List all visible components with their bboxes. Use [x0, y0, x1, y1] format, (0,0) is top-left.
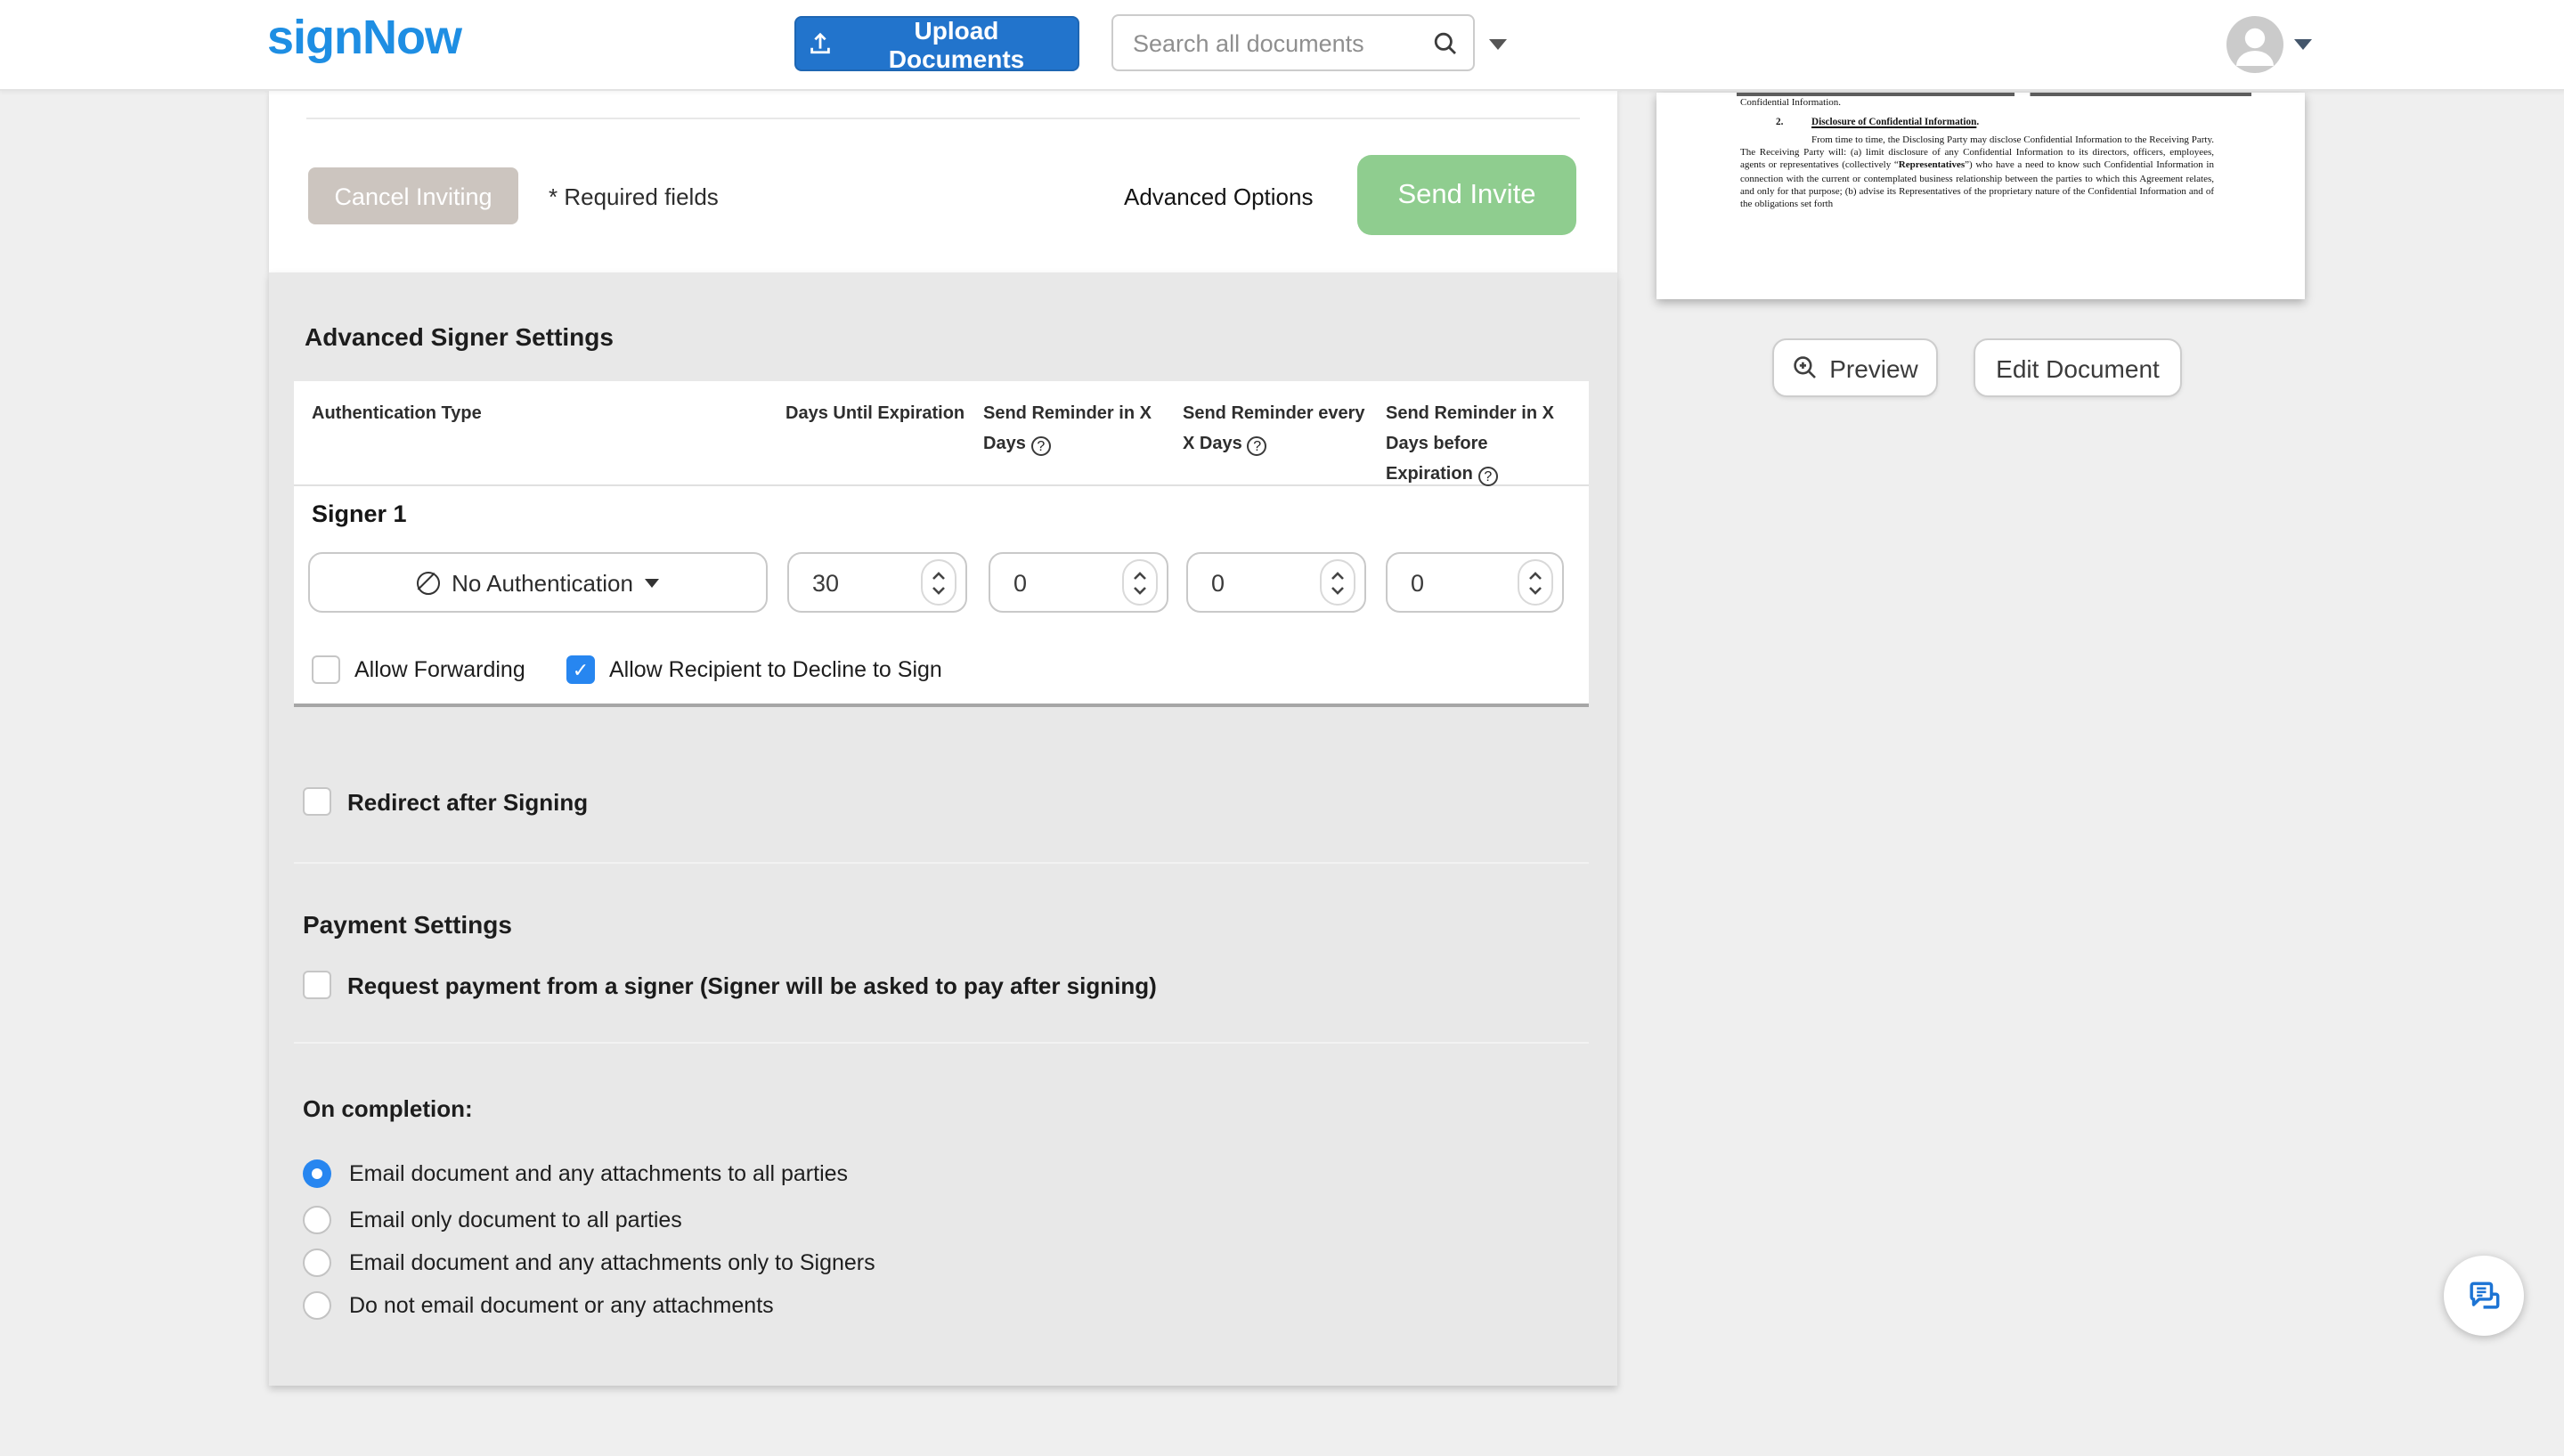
- number-stepper[interactable]: [1320, 559, 1355, 606]
- redirect-after-signing-checkbox[interactable]: ✓: [303, 787, 331, 816]
- completion-option[interactable]: Email only document to all parties: [303, 1206, 682, 1234]
- column-header-days-until-expiration: Days Until Expiration: [785, 399, 981, 429]
- search-scope-caret-icon[interactable]: [1489, 39, 1507, 50]
- completion-option[interactable]: Do not email document or any attachments: [303, 1291, 774, 1320]
- radio[interactable]: [303, 1206, 331, 1234]
- chat-icon: [2464, 1276, 2503, 1315]
- divider: [294, 862, 1589, 864]
- send-reminder-every-x-days-input[interactable]: 0: [1186, 552, 1366, 613]
- account-menu-caret-icon[interactable]: [2294, 39, 2312, 50]
- advanced-signer-settings-panel: Advanced Signer Settings Authentication …: [269, 272, 1617, 1386]
- upload-documents-button[interactable]: Upload Documents: [794, 16, 1079, 71]
- completion-option[interactable]: Email document and any attachments only …: [303, 1249, 875, 1277]
- request-payment-option[interactable]: ✓ Request payment from a signer (Signer …: [303, 971, 1157, 999]
- preview-button[interactable]: Preview: [1772, 338, 1938, 397]
- column-header-send-reminder-in-x-days: Send Reminder in X Days?: [983, 399, 1172, 460]
- allow-forwarding-option[interactable]: ✓ Allow Forwarding: [312, 655, 525, 684]
- cancel-inviting-button[interactable]: Cancel Inviting: [308, 167, 518, 224]
- send-reminder-before-expiration-input[interactable]: 0: [1386, 552, 1564, 613]
- allow-forwarding-checkbox[interactable]: ✓: [312, 655, 340, 684]
- signer-row: Signer 1 No Authentication 30 0: [294, 486, 1589, 707]
- allow-decline-option[interactable]: ✓ Allow Recipient to Decline to Sign: [566, 655, 942, 684]
- signnow-app: signNow Upload Documents: [0, 0, 2564, 1456]
- search-icon[interactable]: [1432, 29, 1459, 56]
- document-cropped-line: [1737, 93, 2251, 96]
- request-payment-checkbox[interactable]: ✓: [303, 971, 331, 999]
- avatar[interactable]: [2226, 16, 2283, 73]
- document-text-line: Confidential Information.: [1740, 98, 1841, 109]
- completion-option[interactable]: Email document and any attachments to al…: [303, 1159, 848, 1188]
- document-section-number: 2.: [1776, 117, 1783, 127]
- help-icon[interactable]: ?: [1031, 436, 1051, 456]
- radio[interactable]: [303, 1291, 331, 1320]
- table-header-row: Authentication Type Days Until Expiratio…: [294, 381, 1589, 486]
- panel-title: Advanced Signer Settings: [305, 322, 614, 351]
- column-header-send-reminder-every-x-days: Send Reminder every X Days?: [1183, 399, 1375, 460]
- edit-document-button[interactable]: Edit Document: [1974, 338, 2182, 397]
- column-header-authentication-type: Authentication Type: [312, 399, 721, 429]
- signer-name: Signer 1: [312, 500, 407, 527]
- column-header-send-reminder-before-expiration: Send Reminder in X Days before Expiratio…: [1386, 399, 1567, 490]
- redirect-after-signing-option[interactable]: ✓ Redirect after Signing: [303, 787, 588, 816]
- divider: [294, 1042, 1589, 1044]
- no-authentication-icon: [416, 571, 439, 594]
- upload-icon: [807, 30, 834, 57]
- radio[interactable]: [303, 1249, 331, 1277]
- allow-decline-checkbox[interactable]: ✓: [566, 655, 595, 684]
- invite-actions-card: Cancel Inviting * Required fields Advanc…: [269, 91, 1617, 272]
- chat-support-button[interactable]: [2444, 1256, 2524, 1336]
- signnow-logo[interactable]: signNow: [267, 11, 461, 66]
- authentication-type-dropdown[interactable]: No Authentication: [308, 552, 768, 613]
- zoom-in-icon: [1792, 354, 1819, 381]
- chevron-down-icon: [646, 578, 660, 587]
- document-preview-thumbnail[interactable]: Confidential Information. 2. Disclosure …: [1656, 93, 2305, 299]
- divider: [306, 118, 1580, 119]
- advanced-options-link[interactable]: Advanced Options: [1124, 183, 1313, 210]
- required-fields-note: * Required fields: [549, 183, 719, 210]
- days-until-expiration-input[interactable]: 30: [787, 552, 967, 613]
- number-stepper[interactable]: [1518, 559, 1553, 606]
- payment-settings-title: Payment Settings: [303, 910, 512, 939]
- document-paragraph: From time to time, the Disclosing Party …: [1740, 135, 2214, 212]
- help-icon[interactable]: ?: [1248, 436, 1267, 456]
- on-completion-title: On completion:: [303, 1095, 473, 1122]
- signer-settings-table: Authentication Type Days Until Expiratio…: [294, 381, 1589, 707]
- send-reminder-in-x-days-input[interactable]: 0: [989, 552, 1168, 613]
- search-box: [1111, 14, 1475, 71]
- app-header: signNow Upload Documents: [0, 0, 2564, 91]
- search-input[interactable]: [1113, 29, 1432, 56]
- number-stepper[interactable]: [921, 559, 956, 606]
- send-invite-button[interactable]: Send Invite: [1357, 155, 1576, 235]
- document-section-heading: Disclosure of Confidential Information.: [1811, 117, 1979, 127]
- number-stepper[interactable]: [1122, 559, 1158, 606]
- help-icon[interactable]: ?: [1478, 467, 1498, 486]
- radio[interactable]: [303, 1159, 331, 1188]
